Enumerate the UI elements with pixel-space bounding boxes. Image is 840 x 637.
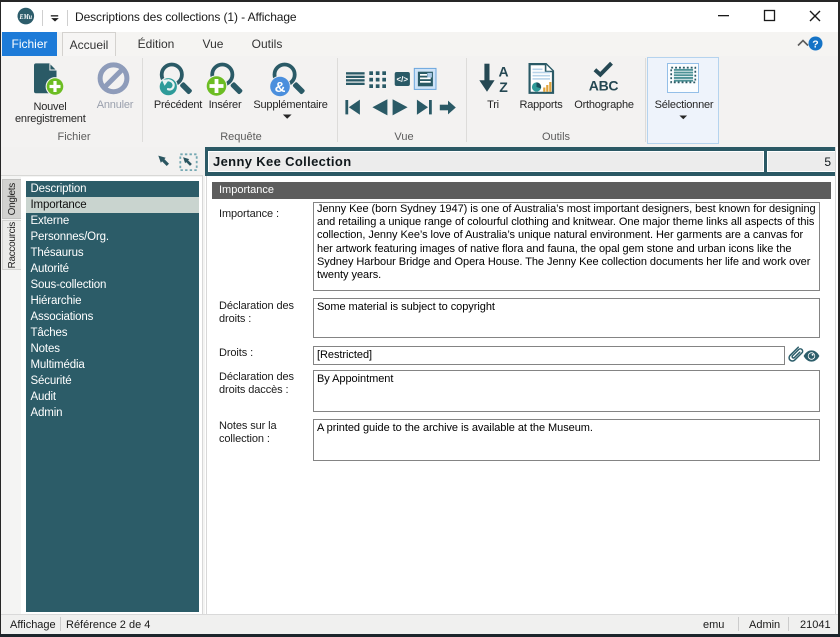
svg-text:A: A <box>498 64 508 80</box>
svg-text:</>: </> <box>397 75 409 84</box>
svg-text:EMu: EMu <box>19 12 33 21</box>
svg-text:ABC: ABC <box>589 78 619 94</box>
svg-text:Z: Z <box>499 79 508 95</box>
svg-text:?: ? <box>812 38 818 50</box>
svg-text:&: & <box>275 79 286 96</box>
